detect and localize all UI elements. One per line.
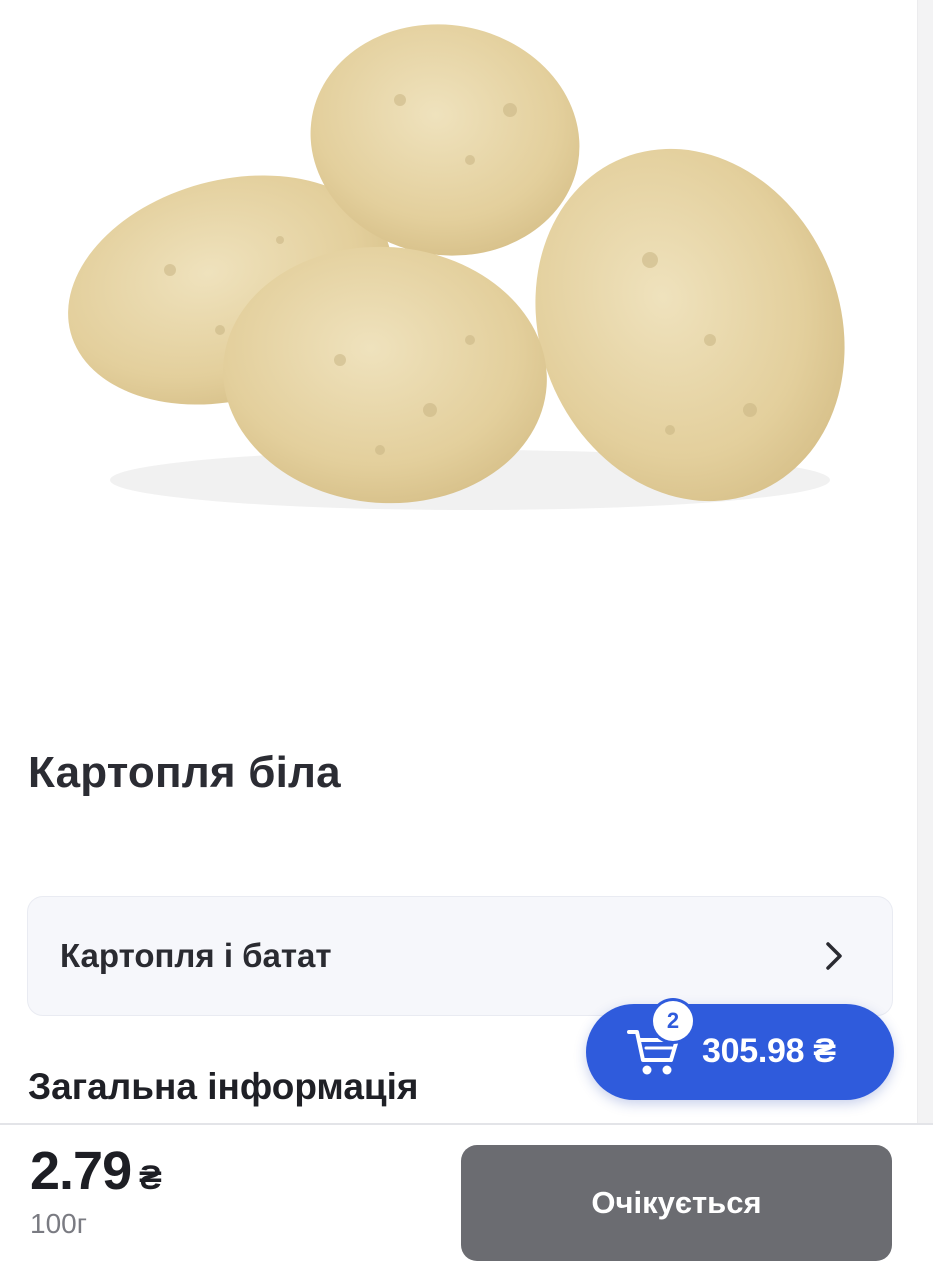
price-unit: 100г — [30, 1208, 87, 1239]
cart-total[interactable]: 305.98 ₴ — [702, 1032, 836, 1071]
potatoes-image — [68, 24, 845, 510]
chevron-right-icon — [826, 942, 842, 970]
price-currency: ₴ — [139, 1159, 162, 1197]
scrollbar[interactable] — [917, 0, 933, 1123]
category-link[interactable]: Картопля і батат — [27, 896, 893, 1016]
price: 2.79 ₴ — [30, 1140, 162, 1202]
expected-button[interactable]: Очікується — [461, 1145, 892, 1261]
product-title: Картопля біла — [28, 748, 341, 797]
cart-count-badge: 2 — [653, 1001, 693, 1041]
general-info-heading: Загальна інформація — [28, 1066, 419, 1107]
price-value: 2.79 — [30, 1141, 132, 1201]
product-image-area — [0, 0, 917, 700]
category-label: Картопля і батат — [60, 937, 332, 974]
